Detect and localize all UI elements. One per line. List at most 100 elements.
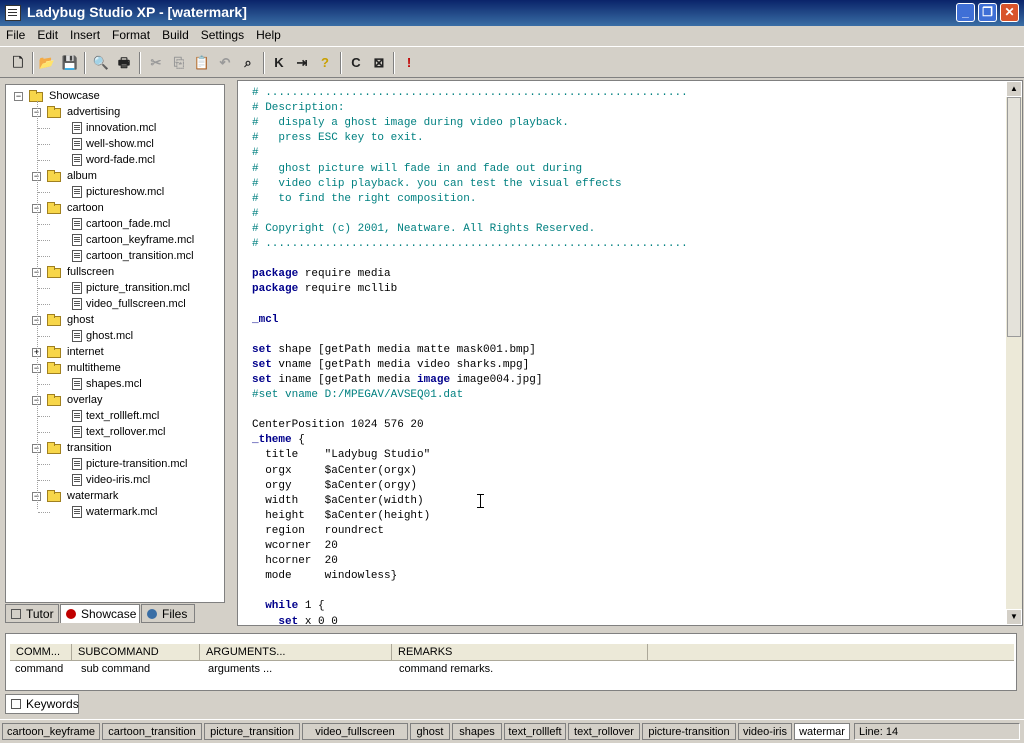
menu-build[interactable]: Build [156,26,195,44]
cut-icon[interactable]: ✂ [146,53,166,73]
new-file-icon[interactable]: 🗋 [8,53,28,73]
document-icon [72,282,82,294]
tree-file[interactable]: cartoon_keyframe.mcl [6,232,224,248]
tree-folder[interactable]: − fullscreen [6,264,224,280]
tree-file[interactable]: word-fade.mcl [6,152,224,168]
print-icon[interactable]: 🖶 [114,53,134,73]
save-icon[interactable]: 💾 [60,53,80,73]
print-preview-icon[interactable]: 🔍 [91,53,111,73]
cell-subcommand[interactable]: sub command [81,662,150,676]
scroll-up-icon[interactable]: ▲ [1006,81,1022,97]
cell-remarks[interactable]: command remarks. [399,662,493,676]
tree-file[interactable]: watermark.mcl [6,504,224,520]
file-tab[interactable]: watermar [794,723,850,740]
menu-settings[interactable]: Settings [195,26,250,44]
folder-icon [47,106,61,118]
file-tab[interactable]: video-iris [738,723,792,740]
document-icon [72,426,82,438]
tab-keywords[interactable]: Keywords [5,694,79,714]
file-tab[interactable]: text_rollover [568,723,640,740]
restore-button[interactable]: ❐ [978,3,997,22]
file-tab[interactable]: shapes [452,723,502,740]
menu-help[interactable]: Help [250,26,287,44]
tab-showcase[interactable]: Showcase [60,604,140,623]
tree-folder[interactable]: − ghost [6,312,224,328]
menu-insert[interactable]: Insert [64,26,106,44]
open-folder-icon[interactable]: 📂 [37,53,57,73]
tree-folder[interactable]: + internet [6,344,224,360]
tree-folder[interactable]: − advertising [6,104,224,120]
tree-file[interactable]: shapes.mcl [6,376,224,392]
document-icon [72,378,82,390]
code-text: CenterPosition 1024 576 20 [252,419,424,431]
column-header-subcommand[interactable]: SUBCOMMAND [72,644,200,661]
file-tab[interactable]: picture-transition [642,723,736,740]
menu-file[interactable]: File [0,26,31,44]
column-header-arguments[interactable]: ARGUMENTS... [200,644,392,661]
tree-file[interactable]: picture-transition.mcl [6,456,224,472]
tree-file[interactable]: cartoon_transition.mcl [6,248,224,264]
copy-icon[interactable]: ⎘ [169,53,189,73]
tree-file[interactable]: video-iris.mcl [6,472,224,488]
tree-label: picture_transition.mcl [86,282,190,294]
code-comment: # Copyright (c) 2001, Neatware. All Righ… [252,223,596,235]
paste-icon[interactable]: 📋 [192,53,212,73]
tree-connector [38,128,50,129]
undo-icon[interactable]: ↶ [215,53,235,73]
scroll-down-icon[interactable]: ▼ [1006,609,1022,625]
tree-label: pictureshow.mcl [86,186,165,198]
goto-icon[interactable]: ⇥ [292,53,312,73]
tab-tutor[interactable]: Tutor [5,604,59,623]
file-tab[interactable]: cartoon_keyframe [2,723,100,740]
tree-file[interactable]: pictureshow.mcl [6,184,224,200]
folder-icon [47,346,61,358]
run-icon[interactable]: ! [399,53,419,73]
file-tab[interactable]: picture_transition [204,723,300,740]
tree-folder[interactable]: − transition [6,440,224,456]
left-panel-tabs: Tutor Showcase Files [5,604,225,624]
tree-file[interactable]: well-show.mcl [6,136,224,152]
document-icon [72,154,82,166]
tree-file[interactable]: text_rollleft.mcl [6,408,224,424]
cell-command[interactable]: command [15,662,63,676]
tree-connector [38,384,50,385]
tree-file[interactable]: text_rollover.mcl [6,424,224,440]
code-line: # press ESC key to exit. [252,131,424,146]
tree-file[interactable]: innovation.mcl [6,120,224,136]
menu-edit[interactable]: Edit [31,26,64,44]
tree-label: ghost.mcl [86,330,134,342]
file-tab[interactable]: ghost [410,723,450,740]
tree-folder[interactable]: − multitheme [6,360,224,376]
code-editor[interactable]: set x 0 0 while 1 { mode windowless} hco… [237,80,1023,626]
tree-connector [38,432,50,433]
tree-file[interactable]: picture_transition.mcl [6,280,224,296]
tree-folder[interactable]: − Showcase [6,88,224,104]
tree-file[interactable]: ghost.mcl [6,328,224,344]
tree-folder[interactable]: − album [6,168,224,184]
collapse-icon[interactable]: − [14,92,23,101]
file-tab[interactable]: text_rollleft [504,723,566,740]
ladybug-icon [66,609,76,619]
tree-folder[interactable]: − watermark [6,488,224,504]
file-tab[interactable]: cartoon_transition [102,723,202,740]
close-button[interactable]: ✕ [1000,3,1019,22]
minimize-button[interactable]: _ [956,3,975,22]
tab-files[interactable]: Files [141,604,195,623]
help-icon[interactable]: ? [315,53,335,73]
find-icon[interactable]: ⌕ [238,53,258,73]
cell-arguments[interactable]: arguments ... [208,662,272,676]
build-icon[interactable]: ⊠ [369,53,389,73]
column-header-command[interactable]: COMM... [10,644,72,661]
tree-file[interactable]: video_fullscreen.mcl [6,296,224,312]
column-header-remarks[interactable]: REMARKS [392,644,648,661]
menu-format[interactable]: Format [106,26,156,44]
keyword-icon[interactable]: K [269,53,289,73]
compile-icon[interactable]: C [346,53,366,73]
tree-file[interactable]: cartoon_fade.mcl [6,216,224,232]
editor-vertical-scrollbar[interactable]: ▲ ▼ [1006,81,1022,625]
file-tab[interactable]: video_fullscreen [302,723,408,740]
tree-folder[interactable]: − cartoon [6,200,224,216]
tree-folder[interactable]: − overlay [6,392,224,408]
scroll-thumb[interactable] [1007,97,1021,337]
app-icon[interactable] [5,5,21,21]
